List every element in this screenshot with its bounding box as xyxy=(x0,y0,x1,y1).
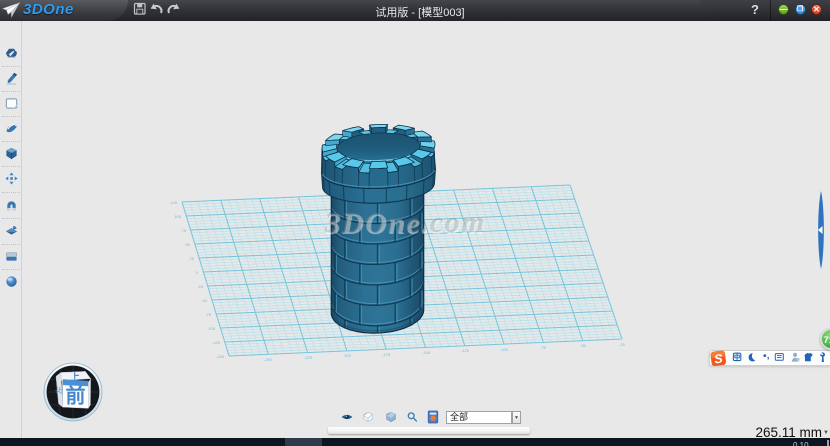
svg-text:-250: -250 xyxy=(264,357,273,362)
svg-text:75: 75 xyxy=(182,228,187,233)
svg-text:-50: -50 xyxy=(580,343,587,348)
svg-text:-200: -200 xyxy=(343,353,352,358)
svg-text:-175: -175 xyxy=(382,352,391,357)
svg-text:-225: -225 xyxy=(304,355,313,360)
svg-text:-50: -50 xyxy=(201,298,208,303)
svg-text:-75: -75 xyxy=(540,345,547,350)
svg-text:-25: -25 xyxy=(197,284,204,289)
svg-text:-150: -150 xyxy=(216,354,225,359)
svg-text:-100: -100 xyxy=(207,326,216,331)
svg-text:100: 100 xyxy=(174,214,181,219)
svg-text:125: 125 xyxy=(170,200,177,205)
svg-text:-125: -125 xyxy=(212,340,221,345)
svg-text:0: 0 xyxy=(196,270,199,275)
svg-text:-75: -75 xyxy=(205,312,212,317)
svg-text:-25: -25 xyxy=(619,342,626,347)
svg-text:前: 前 xyxy=(66,384,86,408)
svg-text:-100: -100 xyxy=(500,347,509,352)
svg-text:25: 25 xyxy=(190,256,195,261)
svg-text:-125: -125 xyxy=(461,348,470,353)
svg-text:左: 左 xyxy=(54,386,65,395)
svg-text:-150: -150 xyxy=(422,350,431,355)
svg-text:50: 50 xyxy=(186,242,191,247)
